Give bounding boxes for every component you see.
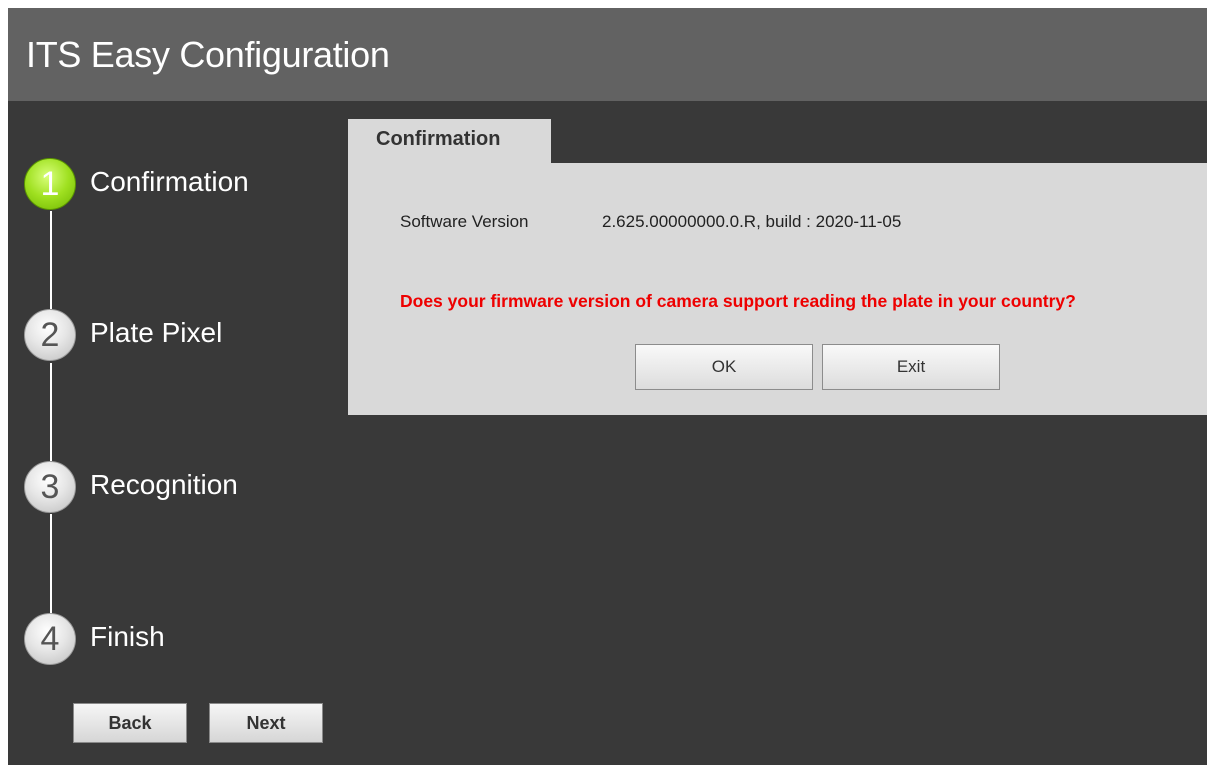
step-3-badge: 3 <box>24 461 76 513</box>
ok-button[interactable]: OK <box>635 344 813 390</box>
software-version-value: 2.625.00000000.0.R, build : 2020-11-05 <box>602 212 902 231</box>
tab-confirmation[interactable]: Confirmation <box>348 119 551 163</box>
step-connector-line <box>50 363 52 461</box>
back-button[interactable]: Back <box>73 703 187 743</box>
confirmation-panel: Software Version 2.625.00000000.0.R, bui… <box>348 163 1207 415</box>
next-button[interactable]: Next <box>209 703 323 743</box>
step-2-badge: 2 <box>24 309 76 361</box>
step-connector-line <box>50 514 52 614</box>
step-1-badge: 1 <box>24 158 76 210</box>
wizard-window: ITS Easy Configuration 1 Confirmation 2 … <box>8 8 1207 765</box>
exit-button[interactable]: Exit <box>822 344 1000 390</box>
wizard-steps-sidebar: 1 Confirmation 2 Plate Pixel 3 Recogniti… <box>8 101 348 765</box>
step-connector-line <box>50 211 52 309</box>
step-2-label: Plate Pixel <box>90 317 223 348</box>
title-bar: ITS Easy Configuration <box>8 8 1207 101</box>
software-version-label: Software Version <box>400 212 529 231</box>
window-title: ITS Easy Configuration <box>26 34 390 75</box>
step-1-label: Confirmation <box>90 166 249 197</box>
step-3-label: Recognition <box>90 469 238 500</box>
step-4-badge: 4 <box>24 613 76 665</box>
step-4-label: Finish <box>90 621 165 652</box>
firmware-support-question: Does your firmware version of camera sup… <box>400 291 1076 311</box>
